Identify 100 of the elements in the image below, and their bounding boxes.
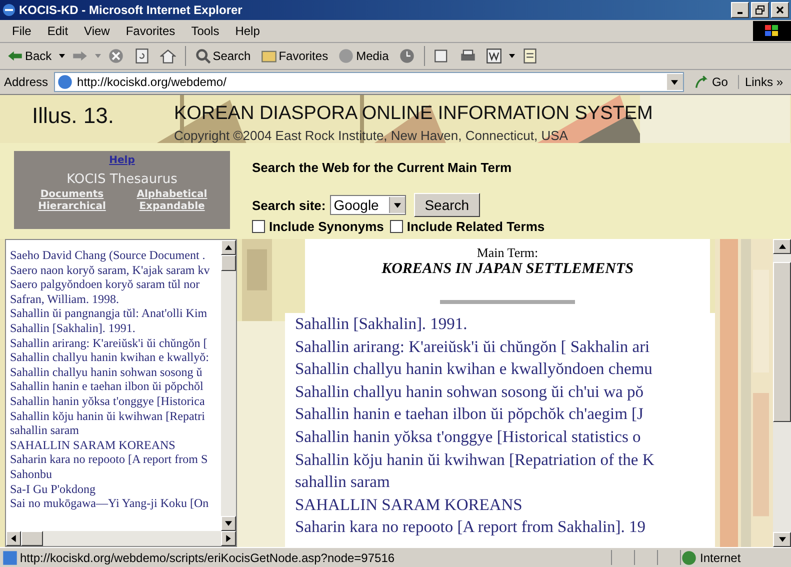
- thesaurus-title: KOCIS Thesaurus: [66, 172, 178, 187]
- restore-button[interactable]: [751, 2, 769, 18]
- dropdown-button[interactable]: [666, 74, 683, 90]
- search-button[interactable]: Search: [414, 193, 480, 217]
- illustration-label: Illus. 13.: [32, 103, 114, 129]
- menu-item[interactable]: File: [4, 24, 40, 38]
- search-site-label: Search site:: [252, 198, 326, 212]
- result-link[interactable]: Sahallin hanin e taehan ilbon ŭi pŏpchŏk ch'aegim [J: [295, 403, 715, 426]
- term-link[interactable]: Sahallin arirang: K'areiŭsk'i ŭi chŭngŏn [: [10, 336, 221, 350]
- scroll-up-button[interactable]: [773, 239, 791, 254]
- up-arrow-icon: [225, 245, 232, 250]
- scrollbar[interactable]: [6, 531, 236, 546]
- term-link[interactable]: Sahallin hanin e taehan ilbon ŭi pŏpchŏl: [10, 379, 221, 394]
- scrollbar[interactable]: [773, 239, 791, 547]
- main-term-label: Main Term:: [476, 245, 538, 261]
- stop-icon[interactable]: [108, 48, 124, 64]
- scroll-thumb[interactable]: [221, 255, 236, 271]
- scroll-thumb[interactable]: [21, 531, 43, 546]
- term-link[interactable]: Saero naon koryŏ saram, K'ajak saram kv: [10, 262, 221, 278]
- checkbox-label: Include Synonyms: [269, 219, 384, 234]
- search-icon: [194, 48, 211, 64]
- scrollbar[interactable]: [221, 240, 236, 531]
- zone-indicator: Internet: [680, 550, 791, 565]
- result-link[interactable]: SAHALLIN SARAM KOREANS: [295, 494, 715, 516]
- term-link[interactable]: Safran, William. 1998.: [10, 292, 221, 306]
- links-button[interactable]: Links »: [738, 75, 789, 89]
- term-link[interactable]: Sahallin hanin yŏksa t'onggye [Historica: [10, 394, 221, 409]
- term-link[interactable]: Sahallin [Sakhalin]. 1991.: [10, 320, 221, 336]
- go-arrow-icon: [694, 74, 710, 90]
- checkbox[interactable]: [252, 220, 265, 233]
- down-arrow-icon: [225, 521, 232, 526]
- site-dropdown[interactable]: Google: [330, 195, 406, 215]
- status-text: http://kociskd.org/webdemo/scripts/eriKocisGetNode.asp?node=97516: [20, 550, 396, 564]
- menu-item[interactable]: Help: [227, 24, 268, 38]
- scroll-left-button[interactable]: [6, 531, 21, 546]
- minimize-icon: [737, 12, 743, 14]
- term-link[interactable]: Sahallin kŏju hanin ŭi kwihwan [Repatri: [10, 408, 221, 424]
- minimize-button[interactable]: [731, 2, 749, 18]
- caret-icon[interactable]: [58, 54, 65, 58]
- menu-item[interactable]: Favorites: [118, 24, 184, 38]
- scroll-thumb[interactable]: [773, 262, 791, 422]
- term-link[interactable]: Sahallin challyu hanin sohwan sosong ŭ: [10, 364, 221, 380]
- globe-icon: [681, 550, 697, 566]
- address-text: http://kociskd.org/webdemo/: [77, 75, 228, 89]
- result-link[interactable]: Sahallin challyu hanin kwihan e kwallyŏndoen chemu: [295, 358, 715, 381]
- windows-logo: [753, 21, 791, 41]
- scroll-up-button[interactable]: [221, 240, 236, 255]
- result-link[interactable]: Sahallin challyu hanin sohwan sosong ŭi ch'ui wa pŏ: [295, 380, 715, 404]
- term-link[interactable]: Saharin kara no repooto [A report from S: [10, 452, 221, 467]
- left-arrow-icon: [11, 535, 16, 542]
- term-link[interactable]: Saero palgyŏndoen koryŏ saram tŭl nor: [10, 277, 221, 292]
- close-icon: [775, 5, 785, 15]
- restore-icon: [755, 5, 765, 15]
- menu-item[interactable]: Edit: [39, 24, 76, 38]
- checkbox-label: Include Related Terms: [406, 219, 545, 234]
- search-button[interactable]: Search: [192, 48, 254, 64]
- copyright-text: Copyright ©2004 East Rock Institute, New Haven, Connecticut, USA: [174, 128, 569, 143]
- folder-icon: [260, 48, 277, 64]
- up-arrow-icon: [778, 244, 786, 249]
- favorites-button[interactable]: Favorites: [258, 48, 332, 64]
- page-icon: [2, 550, 18, 566]
- scroll-down-button[interactable]: [773, 532, 791, 547]
- scroll-down-button[interactable]: [221, 516, 236, 531]
- result-link[interactable]: Sahallin [Sakhalin]. 1991.: [295, 313, 715, 336]
- word-icon[interactable]: [486, 48, 502, 64]
- result-link[interactable]: sahallin saram: [295, 471, 715, 494]
- back-button[interactable]: Back: [4, 48, 55, 64]
- right-arrow-icon: [226, 535, 231, 542]
- result-link[interactable]: Sahallin kŏju hanin ŭi kwihwan [Repatriation of the K: [295, 448, 715, 472]
- home-icon[interactable]: [160, 48, 176, 64]
- checkbox[interactable]: [390, 220, 403, 233]
- close-button[interactable]: [771, 2, 789, 18]
- go-button[interactable]: Go: [688, 74, 734, 90]
- window-title: KOCIS-KD - Microsoft Internet Explorer: [19, 3, 244, 17]
- term-link[interactable]: Sahallin ŭi pangnangja tŭl: Anat'olli Kim: [10, 306, 221, 321]
- term-link[interactable]: Sahonbu: [10, 466, 221, 482]
- result-link[interactable]: Saharin kara no repooto [A report from Sakhalin]. 19: [295, 516, 715, 539]
- page-icon: [57, 74, 74, 90]
- term-link[interactable]: Sai no mukōgawa—Yi Yang-ji Koku [On: [10, 496, 221, 511]
- scroll-right-button[interactable]: [221, 531, 236, 546]
- menu-item[interactable]: Tools: [183, 24, 228, 38]
- result-link[interactable]: Sahallin arirang: K'areiŭsk'i ŭi chŭngŏn [ Sakhalin ari: [295, 336, 715, 358]
- refresh-icon[interactable]: [134, 48, 150, 64]
- term-link[interactable]: sahallin saram: [10, 423, 221, 438]
- menu-item[interactable]: View: [76, 24, 118, 38]
- history-icon[interactable]: [398, 48, 415, 64]
- site-title: KOREAN DIASPORA ONLINE INFORMATION SYSTEM: [174, 103, 653, 125]
- result-link[interactable]: Sahallin hanin yŏksa t'onggye [Historical statistics o: [295, 426, 715, 449]
- caret-icon: [394, 202, 401, 208]
- address-field[interactable]: http://kociskd.org/webdemo/: [54, 72, 684, 92]
- term-link[interactable]: Sa-I Gu P'okdong: [10, 482, 221, 496]
- down-arrow-icon: [778, 537, 786, 542]
- address-label: Address: [3, 75, 50, 89]
- term-link[interactable]: Saeho David Chang (Source Document .: [10, 248, 221, 263]
- media-button[interactable]: Media: [335, 48, 392, 64]
- search-heading: Search the Web for the Current Main Term: [252, 160, 513, 175]
- term-link[interactable]: Sahallin challyu hanin kwihan e kwallyŏ:: [10, 350, 221, 365]
- term-link[interactable]: SAHALLIN SARAM KOREANS: [10, 438, 221, 452]
- document-icon[interactable]: [522, 48, 538, 64]
- caret-icon[interactable]: [508, 54, 515, 58]
